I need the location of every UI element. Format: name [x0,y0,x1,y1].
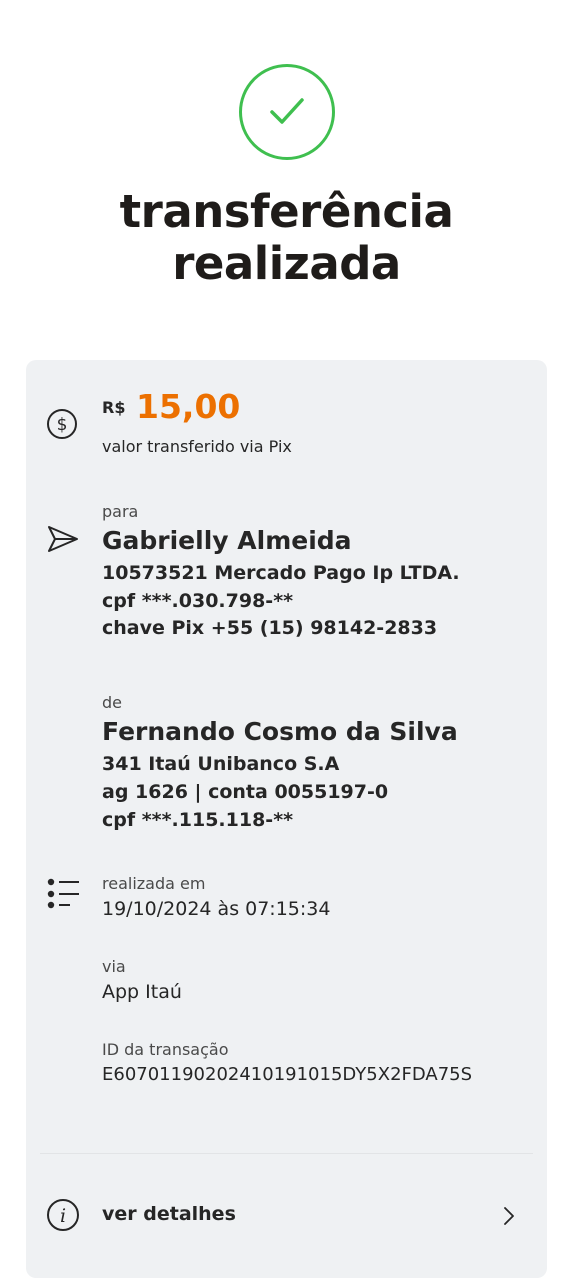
view-details-label: ver detalhes [102,1203,236,1225]
amount-caption: valor transferido via Pix [102,437,292,456]
transaction-id-value: E60701190202410191015DY5X2FDA75S [102,1064,473,1085]
check-circle-icon [239,64,335,160]
date-value: 19/10/2024 às 07:15:34 [102,898,331,920]
sender-bank: 341 Itaú Unibanco S.A [102,753,340,775]
send-icon [46,524,80,558]
recipient-bank: 10573521 Mercado Pago Ip LTDA. [102,562,460,584]
info-icon: i [46,1198,80,1236]
dollar-circle-icon: $ [46,408,78,444]
recipient-name: Gabrielly Almeida [102,526,352,555]
title-line-1: transferência [119,185,454,238]
chevron-right-icon [502,1206,516,1230]
sender-account: ag 1626 | conta 0055197-0 [102,781,389,803]
date-label: realizada em [102,874,206,893]
svg-text:$: $ [57,415,68,435]
sender-cpf: cpf ***.115.118-** [102,809,294,831]
transaction-id-label: ID da transação [102,1040,229,1059]
title-line-2: realizada [172,237,401,290]
transfer-receipt-card: $ R$ 15,00 valor transferido via Pix par… [26,360,547,1278]
amount-value: 15,00 [136,387,241,426]
sender-name: Fernando Cosmo da Silva [102,717,458,746]
page-title: transferência realizada [0,186,573,290]
currency-label: R$ [102,398,126,417]
channel-value: App Itaú [102,981,182,1003]
channel-label: via [102,957,126,976]
svg-text:i: i [60,1205,66,1227]
recipient-cpf: cpf ***.030.798-** [102,590,294,612]
divider [40,1153,533,1154]
recipient-pix-key: chave Pix +55 (15) 98142-2833 [102,617,438,639]
recipient-label: para [102,502,139,521]
sender-label: de [102,693,122,712]
view-details-button[interactable]: i ver detalhes [26,1180,547,1250]
list-icon [46,878,80,914]
